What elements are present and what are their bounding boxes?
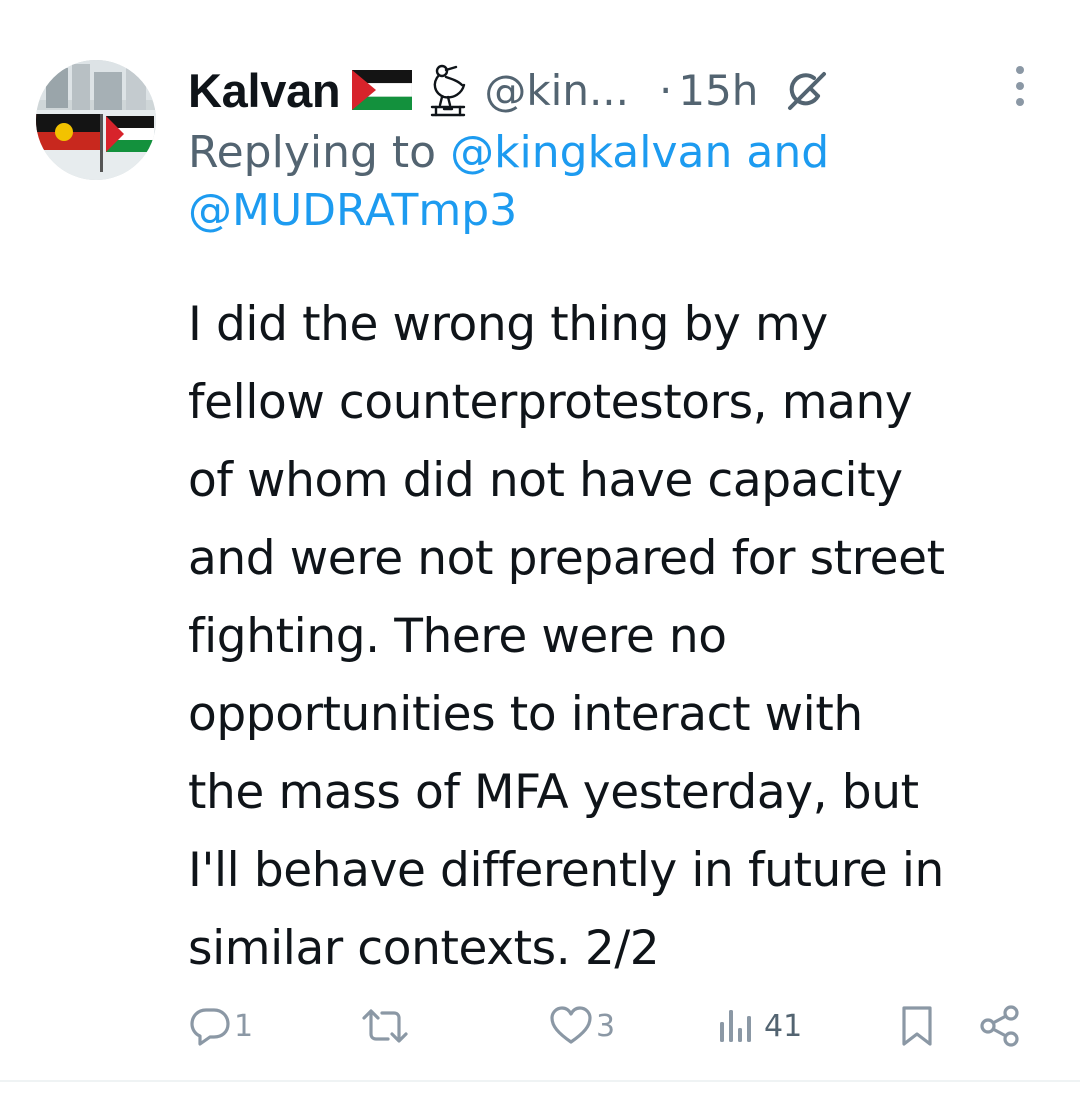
more-vertical-icon[interactable] [1010, 64, 1030, 108]
views-button[interactable]: 41 [716, 1004, 802, 1048]
bookmark-button[interactable] [898, 1004, 936, 1048]
tweet-header: Kalvan @kin... · 15h [188, 58, 1048, 122]
reply-mention-kingkalvan[interactable]: @kingkalvan [450, 127, 732, 178]
divider [0, 1080, 1080, 1082]
tweet[interactable]: Kalvan @kin... · 15h Replying to @kingka… [0, 0, 1080, 1080]
share-button[interactable] [978, 1004, 1022, 1048]
replying-to-label: Replying to [188, 127, 437, 178]
timestamp[interactable]: 15h [678, 66, 758, 115]
replying-to-line: Replying to @kingkalvan and @MUDRATmp3 [188, 124, 1048, 240]
grok-icon[interactable] [784, 68, 828, 112]
bird-emblem-icon [426, 63, 470, 117]
separator-dot: · [659, 65, 673, 115]
retweet-icon [360, 1004, 410, 1048]
reply-count: 1 [234, 1008, 254, 1044]
tweet-text: I did the wrong thing by my fellow count… [188, 297, 945, 976]
user-handle[interactable]: @kin... [484, 66, 629, 115]
action-bar: 1 3 41 [0, 1004, 1080, 1058]
avatar[interactable] [36, 60, 156, 180]
heart-icon [548, 1004, 594, 1048]
palestine-flag-icon [352, 70, 413, 110]
views-icon [716, 1004, 756, 1048]
reply-mention-and[interactable]: and [746, 127, 829, 178]
reply-icon [188, 1004, 232, 1048]
reply-button[interactable]: 1 [188, 1004, 253, 1048]
share-icon [978, 1004, 1022, 1048]
bookmark-icon [898, 1004, 936, 1048]
reply-mention-mudratmp3[interactable]: @MUDRATmp3 [188, 185, 517, 236]
view-count: 41 [764, 1008, 803, 1044]
display-name[interactable]: Kalvan [188, 63, 341, 118]
like-count: 3 [596, 1008, 616, 1044]
like-button[interactable]: 3 [548, 1004, 615, 1048]
retweet-button[interactable] [360, 1004, 410, 1048]
